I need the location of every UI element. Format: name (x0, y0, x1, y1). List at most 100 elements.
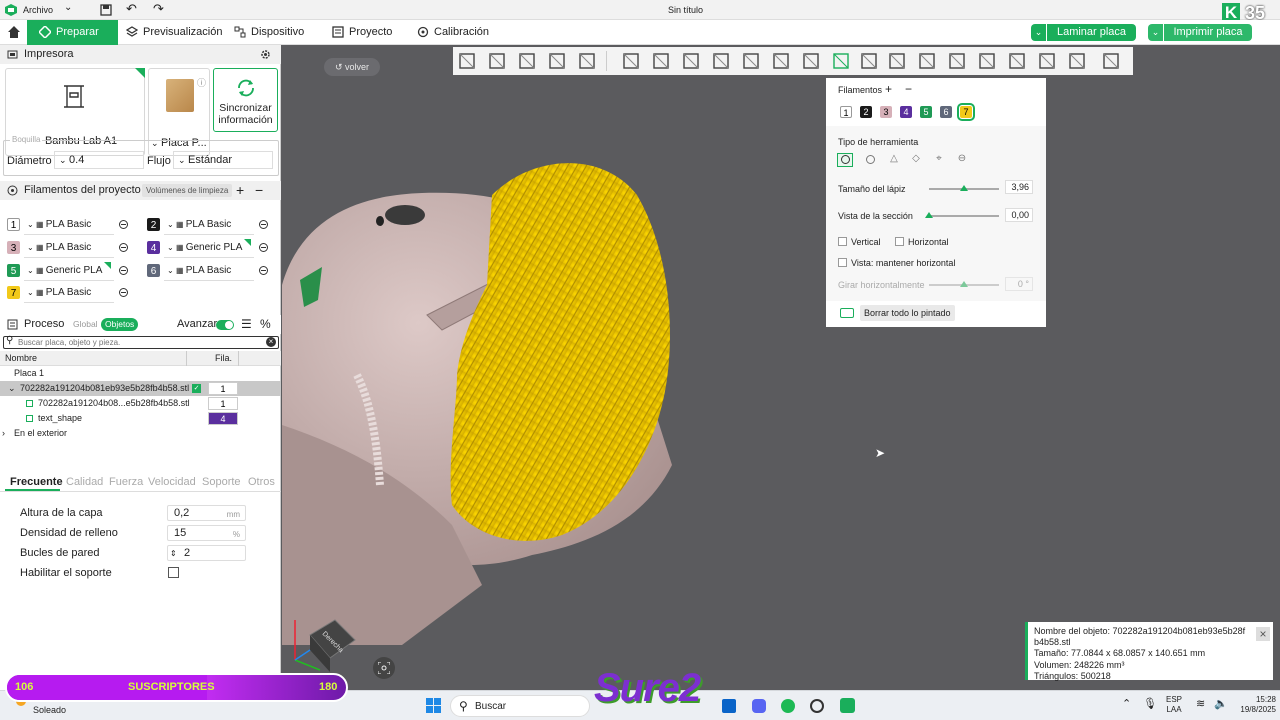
3d-viewport[interactable]: ↺ volver ➤ Derecha (282, 45, 1280, 690)
clear-all-paint-button[interactable]: Borrar todo lo pintado (860, 305, 955, 321)
global-toggle[interactable]: Global (73, 315, 98, 334)
percent-icon[interactable]: % (260, 315, 271, 334)
home-button[interactable] (0, 20, 27, 45)
pen-size-thumb[interactable] (960, 185, 968, 191)
tool-fill-button[interactable]: ⌖ (931, 153, 947, 167)
section-input[interactable]: 0,00 (1005, 208, 1033, 222)
tree-row[interactable]: › En el exterior (0, 426, 281, 441)
filament-item-3[interactable]: 3 ⌄ ▦ PLA Basic (7, 239, 135, 258)
section-slider[interactable] (929, 215, 999, 217)
tree-row[interactable]: 702282a191204b08...e5b28fb4b58.stl 1 (0, 396, 281, 411)
lay-on-face-icon[interactable] (711, 51, 731, 71)
tab-otros[interactable]: Otros (248, 476, 275, 488)
param-input[interactable]: 15% (167, 525, 246, 541)
assembly-icon[interactable] (887, 51, 907, 71)
flow-select[interactable]: ⌄ Estándar (173, 151, 273, 169)
bambu-studio-taskbar-icon[interactable] (840, 698, 855, 713)
tool-sphere-button[interactable] (863, 153, 879, 167)
paint-color-chip-6[interactable]: 6 (940, 106, 952, 118)
list-icon[interactable]: ☰ (241, 315, 252, 334)
variable-layer-icon[interactable] (1007, 51, 1027, 71)
param-input[interactable]: 0,2 mm (167, 505, 246, 521)
text-icon[interactable] (859, 51, 879, 71)
back-button[interactable]: ↺ volver (324, 58, 380, 76)
filament-number[interactable]: 6 (147, 263, 160, 277)
tab-calibration[interactable]: Calibración (417, 20, 489, 45)
split-icon[interactable] (547, 51, 567, 71)
outlook-icon[interactable] (722, 699, 736, 713)
rotate-thumb[interactable] (960, 281, 968, 287)
filament-number[interactable]: 3 (7, 240, 20, 254)
app-icon[interactable] (810, 699, 824, 713)
sync-info-button[interactable]: Sincronizar información (213, 68, 278, 132)
horizontal-option[interactable]: Horizontal (895, 237, 949, 247)
paint-color-chip-1[interactable]: 1 (840, 106, 852, 118)
filament-remove-icon[interactable] (259, 219, 268, 229)
redo-icon[interactable]: ↷ (153, 1, 164, 17)
save-icon[interactable] (100, 4, 112, 16)
paint-color-chip-5[interactable]: 5 (920, 106, 932, 118)
tray-chevron-icon[interactable]: ⌃ (1122, 697, 1131, 710)
language-indicator[interactable]: ESP LAA (1166, 695, 1182, 715)
object-search-box[interactable]: ⚲ × (3, 335, 279, 349)
layers-list-icon[interactable] (577, 51, 597, 71)
filament-number[interactable]: 4 (147, 240, 160, 254)
clock[interactable]: 15:28 19/8/2025 (1236, 695, 1276, 715)
tab-frecuente[interactable]: Frecuente (10, 476, 63, 488)
tool-gap-button[interactable]: ⊖ (954, 153, 970, 167)
filament-remove-icon[interactable] (259, 242, 268, 252)
volume-icon[interactable]: 🔈 (1214, 697, 1228, 710)
add-filament-icon[interactable]: + (236, 181, 244, 200)
print-dropdown-icon[interactable]: ⌄ (1148, 24, 1164, 41)
stepper-icon[interactable]: ⇕ (170, 546, 177, 561)
measure-icon[interactable] (917, 51, 937, 71)
horizontal-checkbox[interactable] (895, 237, 904, 246)
arrange-grid-icon[interactable] (487, 51, 507, 71)
tool-height-button[interactable]: ◇ (908, 153, 924, 167)
rotate-icon[interactable] (651, 51, 671, 71)
filament-item-2[interactable]: 2 ⌄ ▦ PLA Basic (147, 216, 275, 235)
file-menu[interactable]: Archivo (23, 5, 53, 15)
gear-icon[interactable] (260, 49, 271, 60)
boolean-icon[interactable] (771, 51, 791, 71)
tree-filament[interactable]: 1 (208, 382, 238, 395)
filament-item-1[interactable]: 1 ⌄ ▦ PLA Basic (7, 216, 135, 235)
mic-icon[interactable]: 🎙 (1143, 697, 1157, 710)
keep-horizontal-option[interactable]: Vista: mantener horizontal (838, 258, 955, 268)
tree-row[interactable]: Placa 1 (0, 366, 281, 381)
tool-circle-button[interactable] (837, 153, 853, 167)
model-render[interactable] (282, 45, 1280, 690)
filament-item-6[interactable]: 6 ⌄ ▦ PLA Basic (147, 262, 275, 281)
add-object-icon[interactable] (457, 51, 477, 71)
wifi-icon[interactable]: ≋ (1196, 697, 1205, 710)
tab-preview[interactable]: Previsualización (125, 20, 222, 45)
filament-number[interactable]: 7 (7, 285, 20, 299)
support-paint-icon[interactable] (801, 51, 821, 71)
filament-remove-icon[interactable] (259, 265, 268, 275)
fit-view-button[interactable] (373, 657, 395, 679)
spotify-icon[interactable] (781, 699, 795, 713)
remove-color-icon[interactable]: − (905, 82, 912, 96)
tree-row[interactable]: ⌄ 702282a191204b081eb93e5b28fb4b58.stl ✓ 1 (0, 381, 281, 396)
vertical-checkbox[interactable] (838, 237, 847, 246)
pen-size-input[interactable]: 3,96 (1005, 180, 1033, 194)
paint-color-chip-3[interactable]: 3 (880, 106, 892, 118)
filament-remove-icon[interactable] (119, 219, 128, 229)
paint-color-chip-7[interactable]: 7 (957, 103, 975, 121)
tab-project[interactable]: Proyecto (332, 20, 392, 45)
flush-volumes-button[interactable]: Volúmenes de limpieza (142, 184, 233, 197)
param-input[interactable]: ⇕ 2 (167, 545, 246, 561)
view-cube[interactable]: Derecha (290, 610, 360, 680)
move-icon[interactable] (621, 51, 641, 71)
discord-icon[interactable] (752, 699, 766, 713)
taskbar-search[interactable]: ⚲ Buscar (450, 695, 590, 717)
tab-calidad[interactable]: Calidad (66, 476, 103, 488)
advanced-switch[interactable] (216, 320, 234, 330)
keep-horizontal-checkbox[interactable] (838, 258, 847, 267)
filament-remove-icon[interactable] (119, 265, 128, 275)
slice-plate-button[interactable]: ⌄ Laminar placa (1031, 24, 1136, 41)
filament-number[interactable]: 1 (7, 217, 20, 231)
remove-filament-icon[interactable]: − (255, 181, 263, 200)
more-icon[interactable] (1101, 51, 1121, 71)
paint-color-chip-2[interactable]: 2 (860, 106, 872, 118)
